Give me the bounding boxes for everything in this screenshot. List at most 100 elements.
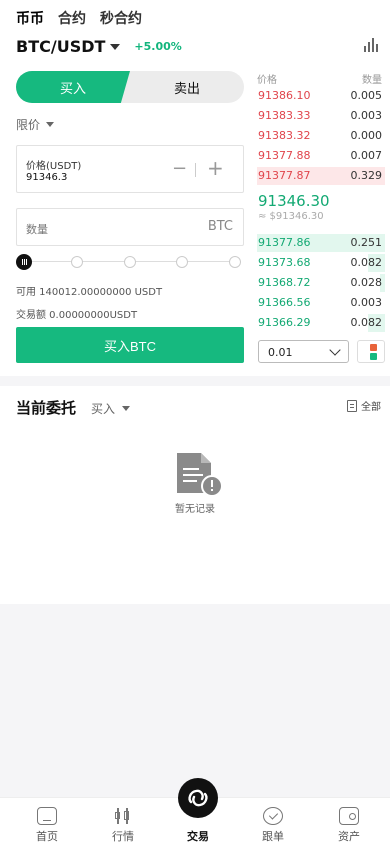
section-divider bbox=[0, 376, 390, 386]
tab-spot[interactable]: 币币 bbox=[16, 8, 44, 28]
depth-select[interactable]: 0.01 bbox=[258, 340, 349, 363]
all-orders-label: 全部 bbox=[361, 402, 381, 413]
qty-column-header: 数量 bbox=[362, 75, 382, 86]
slider-step-50[interactable] bbox=[124, 256, 136, 268]
orders-filter-label: 买入 bbox=[91, 402, 116, 416]
bid-row[interactable]: 91368.72 0.028 bbox=[257, 273, 385, 293]
bid-list: 91377.86 0.251 91373.68 0.082 91368.72 0.028 9… bbox=[257, 233, 385, 333]
ask-list: 91386.10 0.005 91383.33 0.003 91383.32 0.000 9… bbox=[257, 86, 385, 186]
current-orders-title: 当前委托 bbox=[16, 399, 77, 417]
caret-down-icon bbox=[122, 406, 131, 411]
bid-price: 91366.29 bbox=[258, 316, 311, 329]
ask-qty: 0.000 bbox=[350, 129, 383, 142]
home-icon bbox=[37, 807, 57, 825]
ask-qty: 0.007 bbox=[350, 149, 383, 162]
pair-selector[interactable]: BTC/USDT bbox=[16, 37, 105, 56]
order-type-select[interactable]: 限价 bbox=[16, 116, 55, 133]
last-price: 91346.30 bbox=[258, 192, 330, 210]
depth-value: 0.01 bbox=[268, 346, 293, 359]
side-toggle: 买入 卖出 bbox=[16, 71, 244, 103]
ask-row[interactable]: 91386.10 0.005 bbox=[257, 86, 385, 106]
divider bbox=[195, 163, 196, 177]
empty-state-text: 暂无记录 bbox=[175, 504, 215, 515]
bid-row[interactable]: 91366.29 0.082 bbox=[257, 313, 385, 333]
bid-row[interactable]: 91377.86 0.251 bbox=[257, 233, 385, 253]
bid-price: 91366.56 bbox=[258, 296, 311, 309]
ask-price: 91377.88 bbox=[258, 149, 311, 162]
price-increase-button[interactable]: + bbox=[207, 158, 224, 178]
kline-chart-icon[interactable] bbox=[364, 38, 378, 52]
price-label: 价格(USDT) bbox=[26, 161, 82, 172]
pair-header: BTC/USDT +5.00% bbox=[16, 36, 378, 56]
nav-follow[interactable]: 跟单 bbox=[243, 798, 303, 851]
slider-step-25[interactable] bbox=[71, 256, 83, 268]
ask-row[interactable]: 91377.87 0.329 bbox=[257, 166, 385, 186]
nav-assets[interactable]: 资产 bbox=[319, 798, 379, 851]
caret-down-icon[interactable] bbox=[110, 44, 121, 50]
ask-qty: 0.005 bbox=[350, 89, 383, 102]
bid-price: 91377.86 bbox=[258, 236, 311, 249]
tab-contract[interactable]: 合约 bbox=[58, 8, 86, 28]
price-decrease-button[interactable]: − bbox=[172, 159, 187, 179]
nav-follow-label: 跟单 bbox=[262, 830, 284, 843]
ask-row[interactable]: 91383.33 0.003 bbox=[257, 106, 385, 126]
trade-glyph-icon bbox=[188, 789, 208, 807]
bid-book: 91377.86 0.251 91373.68 0.082 91368.72 0.028 9… bbox=[257, 233, 385, 333]
tab-second-contract[interactable]: 秒合约 bbox=[100, 8, 142, 28]
bid-qty: 0.082 bbox=[350, 256, 383, 269]
bid-qty: 0.028 bbox=[350, 276, 383, 289]
chevron-down-icon bbox=[329, 344, 341, 356]
ask-price: 91383.33 bbox=[258, 109, 311, 122]
empty-area bbox=[0, 604, 390, 797]
quantity-input[interactable]: 数量 BTC bbox=[16, 208, 244, 246]
price-column-header: 价格 bbox=[257, 75, 277, 86]
orders-filter-select[interactable]: 买入 bbox=[91, 400, 131, 417]
buy-tab[interactable]: 买入 bbox=[16, 71, 130, 103]
buy-submit-button[interactable]: 买入BTC bbox=[16, 327, 244, 363]
wallet-icon bbox=[339, 807, 359, 825]
sell-tab[interactable]: 卖出 bbox=[130, 71, 244, 103]
ask-qty: 0.003 bbox=[350, 109, 383, 122]
ask-price: 91386.10 bbox=[258, 89, 311, 102]
book-view-toggle-icon[interactable] bbox=[357, 340, 385, 363]
slider-handle[interactable] bbox=[16, 254, 32, 270]
slider-step-75[interactable] bbox=[176, 256, 188, 268]
bid-price: 91373.68 bbox=[258, 256, 311, 269]
trade-icon[interactable] bbox=[178, 778, 218, 818]
last-price-fiat: ≈ $91346.30 bbox=[258, 211, 324, 222]
bid-qty: 0.003 bbox=[350, 296, 383, 309]
nav-home[interactable]: 首页 bbox=[17, 798, 77, 851]
market-type-tabs: 币币 合约 秒合约 bbox=[16, 8, 142, 28]
bid-price: 91368.72 bbox=[258, 276, 311, 289]
order-book: 价格 数量 91386.10 0.005 91383.33 0.003 91383.32… bbox=[257, 68, 385, 186]
document-icon bbox=[347, 399, 357, 412]
ask-price: 91383.32 bbox=[258, 129, 311, 142]
pair-change: +5.00% bbox=[134, 39, 182, 53]
quantity-unit: BTC bbox=[207, 219, 233, 234]
trade-amount: 交易额 0.00000000USDT bbox=[16, 310, 138, 321]
price-value[interactable]: 91346.3 bbox=[26, 172, 67, 183]
ask-row[interactable]: 91383.32 0.000 bbox=[257, 126, 385, 146]
bid-qty: 0.082 bbox=[350, 316, 383, 329]
empty-document-icon bbox=[177, 453, 222, 497]
nav-market-label: 行情 bbox=[112, 830, 134, 843]
nav-market[interactable]: 行情 bbox=[93, 798, 153, 851]
all-orders-link[interactable]: 全部 bbox=[347, 398, 381, 413]
bid-row[interactable]: 91366.56 0.003 bbox=[257, 293, 385, 313]
follow-icon bbox=[263, 807, 283, 825]
slider-step-100[interactable] bbox=[229, 256, 241, 268]
bid-row[interactable]: 91373.68 0.082 bbox=[257, 253, 385, 273]
available-balance: 可用 140012.00000000 USDT bbox=[16, 287, 163, 298]
order-type-label: 限价 bbox=[16, 118, 41, 132]
nav-assets-label: 资产 bbox=[338, 830, 360, 843]
caret-down-icon bbox=[46, 122, 55, 127]
ask-price: 91377.87 bbox=[258, 169, 311, 182]
market-icon bbox=[113, 807, 133, 825]
ask-qty: 0.329 bbox=[350, 169, 383, 182]
price-input[interactable]: 价格(USDT) 91346.3 − + bbox=[16, 145, 244, 193]
amount-slider[interactable] bbox=[16, 254, 244, 270]
bid-qty: 0.251 bbox=[350, 236, 383, 249]
nav-home-label: 首页 bbox=[36, 830, 58, 843]
order-book-header: 价格 数量 bbox=[257, 68, 385, 86]
ask-row[interactable]: 91377.88 0.007 bbox=[257, 146, 385, 166]
